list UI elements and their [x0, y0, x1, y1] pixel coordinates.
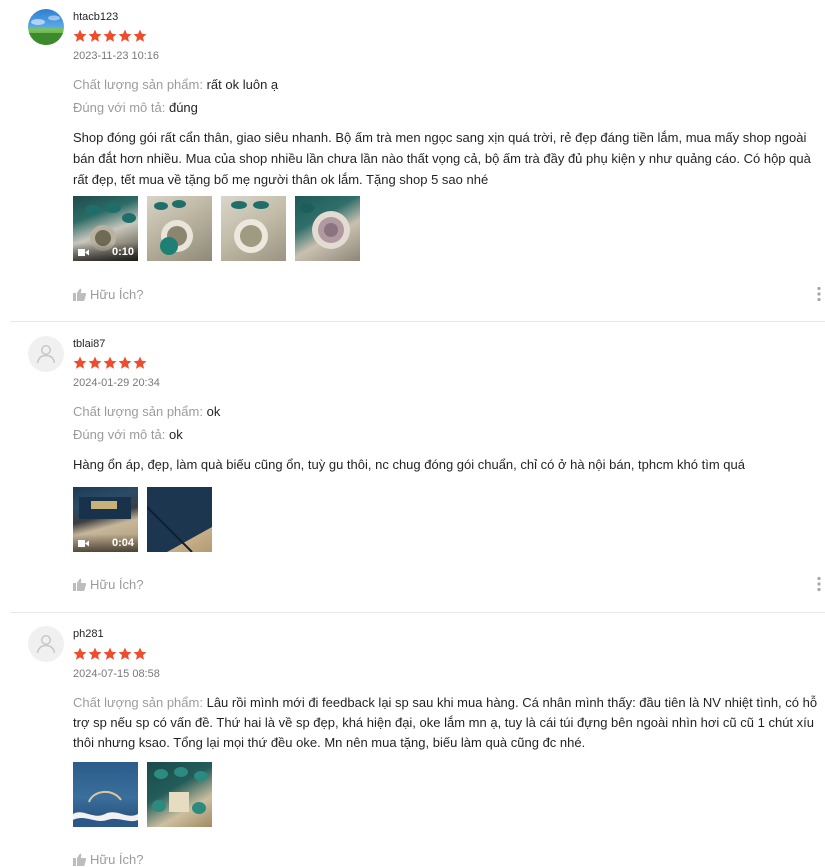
attribute-label: Đúng với mô tả:	[73, 100, 166, 115]
attribute-quality: Chất lượng sản phẩm: Lâu rồi mình mới đi…	[73, 693, 821, 753]
tea-set-image	[231, 201, 269, 253]
review-media: 0:10	[73, 196, 360, 261]
review-video-thumbnail[interactable]: 0:10	[73, 196, 138, 261]
video-duration: 0:04	[111, 537, 134, 549]
star-icon	[73, 29, 87, 42]
review-image-thumbnail[interactable]	[147, 196, 212, 261]
avatar[interactable]	[28, 626, 64, 662]
helpful-button[interactable]: Hữu Ích?	[73, 576, 144, 592]
review-item: tblai87 2024-01-29 20:34 Chất lượng sản …	[0, 322, 825, 612]
attribute-value: ok	[168, 427, 183, 442]
star-icon	[103, 29, 117, 42]
rating-stars	[73, 356, 147, 370]
review-item: ph281 2024-07-15 08:58 Chất lượng sản ph…	[0, 613, 825, 867]
review-datetime: 2023-11-23 10:16	[73, 50, 160, 62]
review-datetime: 2024-01-29 20:34	[73, 377, 160, 389]
attribute-description: Đúng với mô tả: ok	[73, 425, 817, 445]
attribute-value: rất ok luôn ạ	[206, 77, 279, 92]
attribute-description: Đúng với mô tả: đúng	[73, 98, 817, 118]
review-image-thumbnail[interactable]	[295, 196, 360, 261]
thumbs-up-icon	[73, 578, 86, 591]
star-icon	[133, 356, 147, 369]
tea-set-image	[152, 767, 208, 814]
more-vertical-icon[interactable]	[817, 576, 821, 592]
attribute-label: Chất lượng sản phẩm:	[73, 695, 203, 710]
attribute-quality: Chất lượng sản phẩm: rất ok luôn ạ	[73, 75, 817, 95]
tea-set-image	[154, 200, 193, 255]
review-media: 0:04	[73, 487, 212, 552]
reviewer-username[interactable]: tblai87	[73, 338, 105, 350]
helpful-label: Hữu Ích?	[90, 286, 144, 302]
review-item: htacb123 2023-11-23 10:16 Chất lượng sản…	[0, 0, 825, 322]
avatar[interactable]	[28, 336, 64, 372]
default-avatar-icon	[36, 344, 56, 364]
gift-bag-image	[73, 791, 138, 827]
attribute-value: ok	[206, 404, 221, 419]
default-avatar-icon	[36, 634, 56, 654]
attribute-label: Chất lượng sản phẩm:	[73, 77, 203, 92]
play-video-icon	[78, 540, 89, 547]
helpful-button[interactable]: Hữu Ích?	[73, 286, 144, 302]
rating-stars	[73, 647, 147, 661]
star-icon	[88, 356, 102, 369]
thumbs-up-icon	[73, 853, 86, 866]
play-video-icon	[78, 249, 89, 256]
helpful-label: Hữu Ích?	[90, 576, 144, 592]
video-duration: 0:10	[111, 246, 134, 258]
review-video-thumbnail[interactable]: 0:04	[73, 487, 138, 552]
review-datetime: 2024-07-15 08:58	[73, 668, 160, 680]
review-comment: Shop đóng gói rất cẩn thân, giao siêu nh…	[73, 130, 811, 187]
star-icon	[73, 356, 87, 369]
tea-set-image	[300, 203, 350, 249]
reviewer-username[interactable]: ph281	[73, 628, 104, 640]
star-icon	[133, 647, 147, 660]
star-icon	[118, 29, 132, 42]
helpful-button[interactable]: Hữu Ích?	[73, 851, 144, 867]
gift-box-image	[147, 487, 212, 552]
thumbs-up-icon	[73, 288, 86, 301]
attribute-label: Chất lượng sản phẩm:	[73, 404, 203, 419]
star-icon	[118, 356, 132, 369]
rating-stars	[73, 29, 147, 43]
review-image-thumbnail[interactable]	[221, 196, 286, 261]
avatar-landscape-icon	[28, 15, 64, 45]
helpful-label: Hữu Ích?	[90, 851, 144, 867]
more-vertical-icon[interactable]	[817, 286, 821, 302]
star-icon	[118, 647, 132, 660]
star-icon	[103, 647, 117, 660]
star-icon	[103, 356, 117, 369]
review-image-thumbnail[interactable]	[147, 487, 212, 552]
attribute-quality: Chất lượng sản phẩm: ok	[73, 402, 817, 422]
review-media	[73, 762, 212, 827]
star-icon	[88, 29, 102, 42]
review-image-thumbnail[interactable]	[147, 762, 212, 827]
star-icon	[88, 647, 102, 660]
star-icon	[133, 29, 147, 42]
review-comment: Hàng ổn áp, đẹp, làm quà biếu cũng ổn, t…	[73, 457, 745, 472]
attribute-label: Đúng với mô tả:	[73, 427, 166, 442]
attribute-value: đúng	[168, 100, 198, 115]
avatar[interactable]	[28, 9, 64, 45]
star-icon	[73, 647, 87, 660]
review-image-thumbnail[interactable]	[73, 762, 138, 827]
reviewer-username[interactable]: htacb123	[73, 11, 118, 23]
